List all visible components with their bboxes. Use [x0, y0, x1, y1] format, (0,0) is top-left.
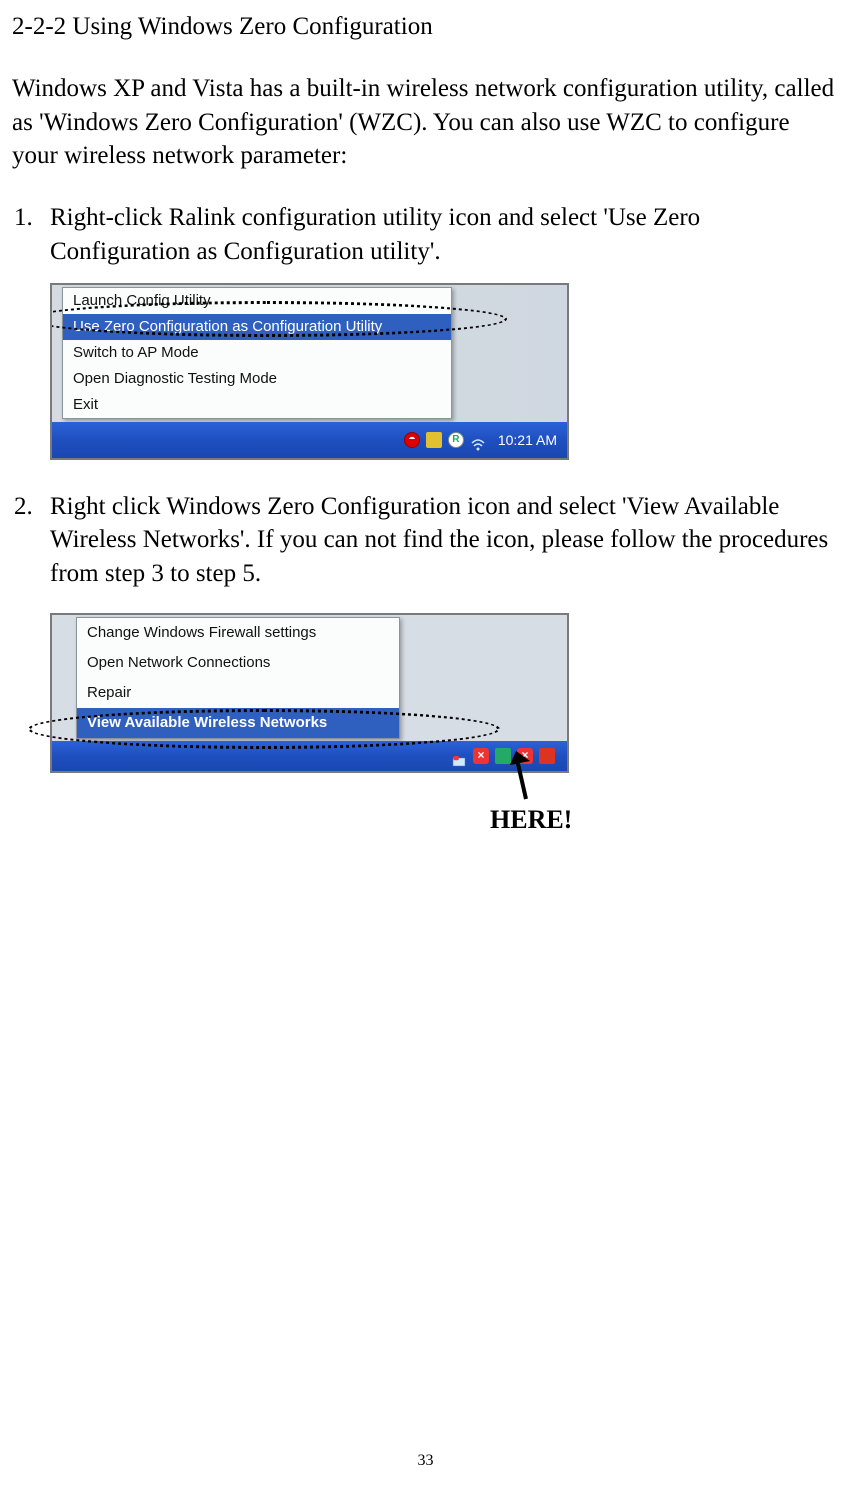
step-2-text: Right click Windows Zero Configuration i…: [50, 490, 841, 591]
screenshot-1: Launch Config Utility Use Zero Configura…: [50, 283, 569, 460]
figure-2: Change Windows Firewall settings Open Ne…: [50, 613, 841, 773]
menu-item-open-network[interactable]: Open Network Connections: [77, 648, 399, 678]
avira-icon[interactable]: [404, 432, 420, 448]
menu-item-view-networks[interactable]: View Available Wireless Networks: [77, 708, 399, 738]
menu-item-firewall[interactable]: Change Windows Firewall settings: [77, 618, 399, 648]
wireless-tray-icon-2[interactable]: [451, 748, 467, 764]
here-annotation: HERE!: [490, 751, 650, 835]
arrow-icon: [510, 751, 542, 801]
screenshot-2: Change Windows Firewall settings Open Ne…: [50, 613, 569, 773]
taskbar-clock: 10:21 AM: [494, 432, 561, 448]
step-1-text: Right-click Ralink configuration utility…: [50, 201, 841, 269]
page-number: 33: [0, 1452, 851, 1470]
windows-taskbar: 10:21 AM: [52, 422, 567, 458]
section-heading: 2-2-2 Using Windows Zero Configuration: [12, 10, 841, 44]
wireless-tray-icon[interactable]: [470, 432, 486, 448]
step-1: 1. Right-click Ralink configuration util…: [12, 201, 841, 269]
tray-misc-icon[interactable]: [426, 432, 442, 448]
step-2: 2. Right click Windows Zero Configuratio…: [12, 490, 841, 591]
ralink-tray-icon[interactable]: [448, 432, 464, 448]
menu-item-exit[interactable]: Exit: [63, 392, 451, 418]
menu-item-repair[interactable]: Repair: [77, 678, 399, 708]
system-tray: [404, 432, 486, 448]
menu-item-launch-config[interactable]: Launch Config Utility: [63, 288, 451, 314]
menu-item-diagnostic[interactable]: Open Diagnostic Testing Mode: [63, 366, 451, 392]
figure-1: Launch Config Utility Use Zero Configura…: [50, 283, 841, 460]
alert-tray-icon[interactable]: [473, 748, 489, 764]
menu-item-use-zero-config[interactable]: Use Zero Configuration as Configuration …: [63, 314, 451, 340]
wzc-context-menu: Change Windows Firewall settings Open Ne…: [76, 617, 400, 739]
here-label: HERE!: [490, 805, 572, 834]
step-2-number: 2.: [12, 490, 50, 591]
intro-paragraph: Windows XP and Vista has a built-in wire…: [12, 72, 841, 173]
menu-item-switch-ap[interactable]: Switch to AP Mode: [63, 340, 451, 366]
ralink-context-menu: Launch Config Utility Use Zero Configura…: [62, 287, 452, 419]
step-1-number: 1.: [12, 201, 50, 269]
